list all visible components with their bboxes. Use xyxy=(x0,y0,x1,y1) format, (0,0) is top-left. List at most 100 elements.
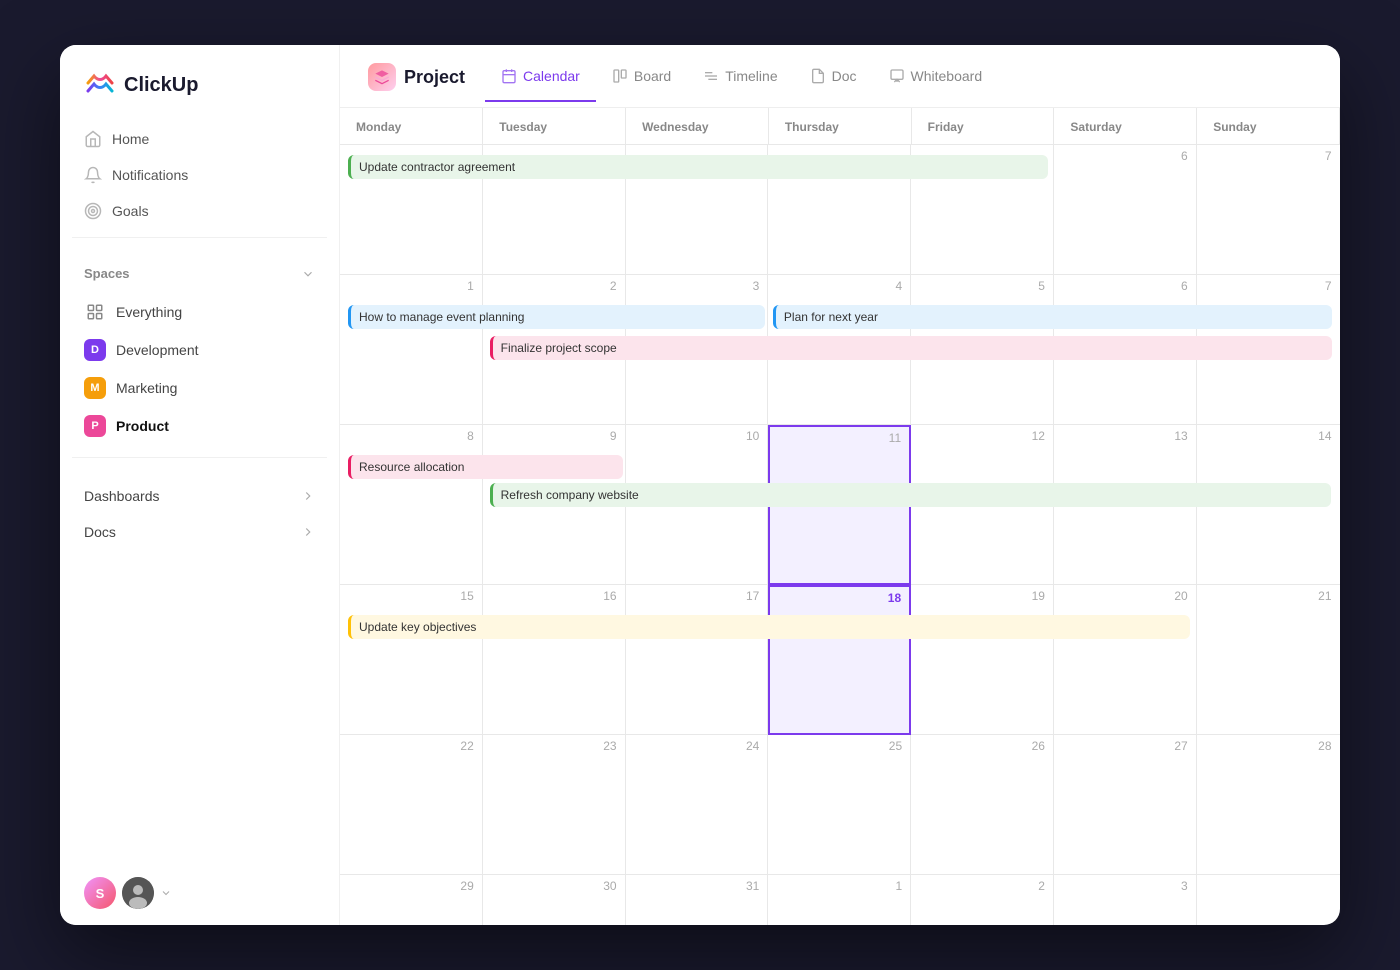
calendar-tab-icon xyxy=(501,68,517,84)
spaces-header[interactable]: Spaces xyxy=(84,266,315,281)
col-friday: Friday xyxy=(911,108,1054,145)
event-plan-next-year: Plan for next year xyxy=(769,303,1336,331)
spaces-label: Spaces xyxy=(84,266,130,281)
avatar-s[interactable]: S xyxy=(84,877,116,909)
user-photo-icon xyxy=(122,877,154,909)
tab-calendar[interactable]: Calendar xyxy=(485,68,596,102)
event-update-obj: Update key objectives xyxy=(344,613,1194,641)
calendar-week-3: 15 16 17 18 19 20 21 xyxy=(340,585,1340,735)
cell-w4-2[interactable]: 23 xyxy=(483,735,626,875)
divider-1 xyxy=(72,237,327,238)
dashboards-label: Dashboards xyxy=(84,488,160,504)
avatar-photo[interactable] xyxy=(122,877,154,909)
col-sunday: Sunday xyxy=(1197,108,1340,145)
tab-timeline[interactable]: Timeline xyxy=(687,68,793,102)
cell-w4-3[interactable]: 24 xyxy=(626,735,769,875)
event-finalize-project[interactable]: Finalize project scope xyxy=(490,336,1332,360)
everything-label: Everything xyxy=(116,304,182,320)
project-cube-icon xyxy=(374,69,390,85)
notifications-label: Notifications xyxy=(112,167,188,183)
sidebar-item-docs[interactable]: Docs xyxy=(72,514,327,550)
main-content: Project Calendar xyxy=(340,45,1340,925)
dropdown-arrow-icon[interactable] xyxy=(160,887,172,899)
week-5-events-container: 29 30 31 1 2 3 xyxy=(340,875,1340,925)
week-3-events-container: 15 16 17 18 19 20 21 xyxy=(340,585,1340,735)
event-resource-allocation[interactable]: Resource allocation xyxy=(348,455,623,479)
sidebar-item-notifications[interactable]: Notifications xyxy=(72,157,327,193)
cell-w5-6[interactable]: 3 xyxy=(1054,875,1197,925)
board-tab-label: Board xyxy=(634,68,671,84)
cell-w4-7[interactable]: 28 xyxy=(1197,735,1340,875)
week-5-events: 29 30 31 1 2 3 xyxy=(340,875,1340,925)
tab-doc[interactable]: Doc xyxy=(794,68,873,102)
event-refresh-website[interactable]: Refresh company website xyxy=(490,483,1332,507)
week-2-events-container: 8 9 10 11 12 13 14 xyxy=(340,425,1340,585)
timeline-tab-icon xyxy=(703,68,719,84)
cell-w4-4[interactable]: 25 xyxy=(768,735,911,875)
sidebar-nav: Home Notifications Goals xyxy=(60,121,339,229)
sidebar-item-goals[interactable]: Goals xyxy=(72,193,327,229)
doc-tab-label: Doc xyxy=(832,68,857,84)
tab-whiteboard[interactable]: Whiteboard xyxy=(873,68,999,102)
calendar-week-1: 1 2 3 4 5 6 7 xyxy=(340,275,1340,425)
docs-label: Docs xyxy=(84,524,116,540)
event-how-to-manage[interactable]: How to manage event planning xyxy=(348,305,765,329)
marketing-badge: M xyxy=(84,377,106,399)
cell-w4-5[interactable]: 26 xyxy=(911,735,1054,875)
week-0-event-overlay: Update contractor agreement xyxy=(340,145,1340,185)
cell-w5-2[interactable]: 30 xyxy=(483,875,626,925)
sidebar: ClickUp Home Notifications xyxy=(60,45,340,925)
cell-w4-1[interactable]: 22 xyxy=(340,735,483,875)
cell-w5-3[interactable]: 31 xyxy=(626,875,769,925)
product-badge: P xyxy=(84,415,106,437)
cell-w5-1[interactable]: 29 xyxy=(340,875,483,925)
whiteboard-tab-icon xyxy=(889,68,905,84)
calendar-week-0: 6 7 Update contractor agreement xyxy=(340,145,1340,276)
cell-w5-4[interactable]: 1 xyxy=(768,875,911,925)
development-label: Development xyxy=(116,342,199,358)
event-update-objectives[interactable]: Update key objectives xyxy=(348,615,1190,639)
cell-w5-7[interactable] xyxy=(1197,875,1340,925)
event-finalize: Finalize project scope xyxy=(486,334,1336,362)
doc-tab-icon xyxy=(810,68,826,84)
sidebar-item-product[interactable]: P Product xyxy=(72,407,327,445)
home-icon xyxy=(84,130,102,148)
event-update-contractor[interactable]: Update contractor agreement xyxy=(348,155,1048,179)
calendar-week-2: 8 9 10 11 12 13 14 xyxy=(340,425,1340,585)
goals-label: Goals xyxy=(112,203,149,219)
cell-w5-5[interactable]: 2 xyxy=(911,875,1054,925)
calendar-header-row: Monday Tuesday Wednesday Thursday Friday… xyxy=(340,108,1340,145)
project-title-area: Project xyxy=(368,63,465,107)
cell-w4-6[interactable]: 27 xyxy=(1054,735,1197,875)
spaces-list: Everything D Development M Marketing P P… xyxy=(60,289,339,449)
week-5-bg: 29 30 31 1 2 3 xyxy=(340,875,1340,925)
home-label: Home xyxy=(112,131,149,147)
sidebar-item-development[interactable]: D Development xyxy=(72,331,327,369)
sidebar-item-marketing[interactable]: M Marketing xyxy=(72,369,327,407)
logo-area[interactable]: ClickUp xyxy=(60,45,339,121)
app-name: ClickUp xyxy=(124,74,198,97)
col-wednesday: Wednesday xyxy=(626,108,769,145)
timeline-tab-label: Timeline xyxy=(725,68,777,84)
col-saturday: Saturday xyxy=(1054,108,1197,145)
topbar: Project Calendar xyxy=(340,45,1340,108)
week-2-event-overlay: Resource allocation Refresh company webs… xyxy=(340,425,1340,513)
tab-board[interactable]: Board xyxy=(596,68,687,102)
event-contractor: Update contractor agreement xyxy=(344,153,1052,181)
sidebar-item-home[interactable]: Home xyxy=(72,121,327,157)
sidebar-item-dashboards[interactable]: Dashboards xyxy=(72,478,327,514)
event-plan-next-year-block[interactable]: Plan for next year xyxy=(773,305,1332,329)
event-row-0-1: Update contractor agreement xyxy=(344,153,1336,181)
week-1-events-container: 1 2 3 4 5 6 7 xyxy=(340,275,1340,425)
sidebar-item-everything[interactable]: Everything xyxy=(72,293,327,331)
chevron-right-icon-docs xyxy=(301,525,315,539)
calendar-week-4: 22 23 24 25 26 27 28 xyxy=(340,735,1340,875)
calendar-container[interactable]: Monday Tuesday Wednesday Thursday Friday… xyxy=(340,108,1340,925)
col-monday: Monday xyxy=(340,108,483,145)
app-window: ClickUp Home Notifications xyxy=(60,45,1340,925)
week-4-events-container: 22 23 24 25 26 27 28 xyxy=(340,735,1340,875)
spaces-section: Spaces xyxy=(60,246,339,289)
event-manage-planning: How to manage event planning xyxy=(344,303,769,331)
event-row-1-2: Finalize project scope xyxy=(344,334,1336,362)
col-tuesday: Tuesday xyxy=(483,108,626,145)
